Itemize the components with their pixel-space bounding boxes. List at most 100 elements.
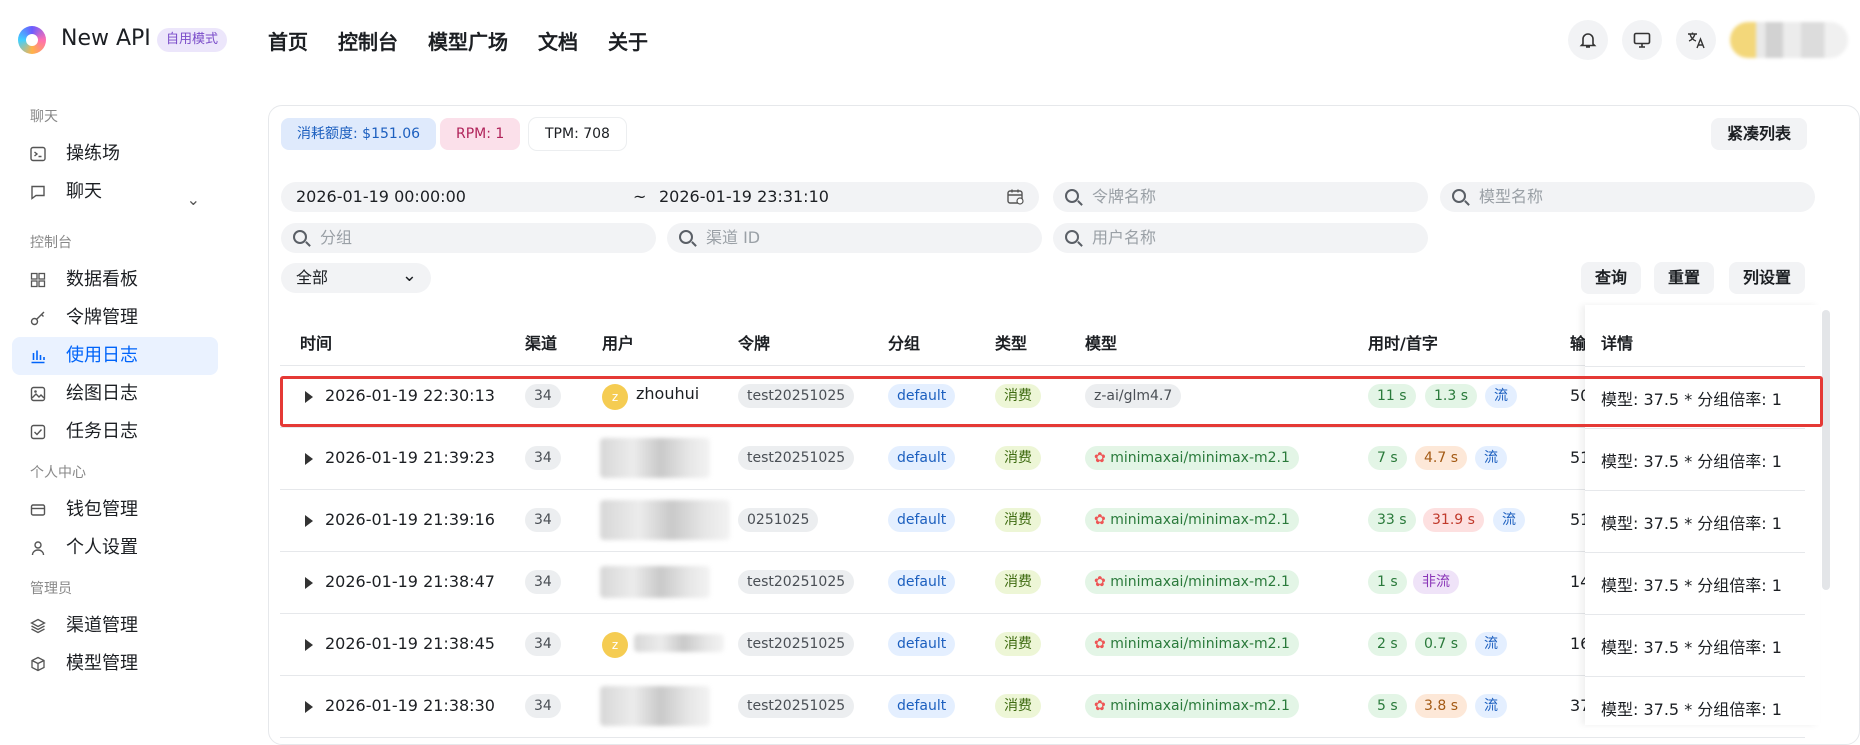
- col-use-time: 用时/首字: [1368, 334, 1438, 353]
- nav-about[interactable]: 关于: [608, 26, 648, 55]
- column-settings-button[interactable]: 列设置: [1729, 262, 1806, 294]
- sidebar-item-wallet[interactable]: 钱包管理: [12, 491, 218, 529]
- language-button[interactable]: [1676, 20, 1716, 60]
- type-select[interactable]: 全部 ⌄: [281, 263, 431, 293]
- user-icon: [31, 541, 45, 556]
- col-input: 输: [1570, 334, 1587, 353]
- sidebar-item-label: 任务日志: [66, 421, 138, 442]
- nav-home[interactable]: 首页: [268, 26, 308, 55]
- search-icon: [1065, 189, 1079, 203]
- query-button[interactable]: 查询: [1581, 262, 1642, 294]
- group-input[interactable]: 分组: [281, 223, 656, 253]
- top-nav: 首页 控制台 模型广场 文档 关于: [268, 26, 648, 55]
- expand-icon[interactable]: [305, 391, 313, 403]
- sidebar-group-admin: 管理员: [30, 581, 72, 597]
- detail-cell: 模型: 37.5 * 分组倍率: 1: [1601, 452, 1782, 471]
- channel-id-input[interactable]: 渠道 ID: [667, 223, 1042, 253]
- sidebar-item-label: 绘图日志: [66, 383, 138, 404]
- sidebar-item-channels[interactable]: 渠道管理: [12, 607, 218, 645]
- sidebar-item-settings[interactable]: 个人设置: [12, 529, 218, 567]
- sidebar-item-usage-logs[interactable]: 使用日志: [12, 337, 218, 375]
- sidebar-item-dashboard[interactable]: 数据看板: [12, 261, 218, 299]
- date-separator: ~: [633, 187, 647, 206]
- nav-model-square[interactable]: 模型广场: [428, 26, 508, 55]
- model-name-input[interactable]: 模型名称: [1440, 182, 1815, 212]
- terminal-icon: [30, 146, 46, 162]
- bar-chart-icon: [31, 350, 45, 364]
- sidebar-item-label: 数据看板: [66, 269, 138, 290]
- bell-icon: [1579, 33, 1597, 48]
- expand-icon[interactable]: [305, 515, 313, 527]
- sidebar-item-label: 使用日志: [66, 345, 138, 366]
- notification-button[interactable]: [1568, 20, 1608, 60]
- quota-stat: 消耗额度: $151.06: [281, 118, 437, 150]
- app-logo-icon[interactable]: [18, 26, 46, 54]
- calendar-icon[interactable]: [1007, 189, 1025, 205]
- date-range-picker[interactable]: 2026-01-19 00:00:00 ~ 2026-01-19 23:31:1…: [281, 182, 1039, 212]
- table-row[interactable]: 2026-01-19 21:39:23 34 test20251025 defa…: [280, 428, 1805, 490]
- expand-icon[interactable]: [305, 453, 313, 465]
- chat-icon: [31, 185, 45, 200]
- col-token: 令牌: [738, 334, 771, 353]
- nav-docs[interactable]: 文档: [538, 26, 578, 55]
- app-name[interactable]: New API: [61, 26, 151, 51]
- date-start[interactable]: 2026-01-19 00:00:00: [296, 182, 466, 212]
- mode-badge: 自用模式: [157, 28, 228, 52]
- col-time: 时间: [300, 334, 333, 353]
- expand-icon[interactable]: [305, 577, 313, 589]
- detail-cell: 模型: 37.5 * 分组倍率: 1: [1601, 576, 1782, 595]
- expand-icon[interactable]: [305, 701, 313, 713]
- model-logo-icon: ✿: [1094, 450, 1111, 466]
- user-name-redacted: [600, 566, 710, 598]
- col-group: 分组: [888, 334, 921, 353]
- translate-icon: [1688, 32, 1705, 49]
- table-row[interactable]: 2026-01-19 21:38:30 34 test20251025 defa…: [280, 676, 1805, 738]
- sidebar-item-chat[interactable]: 聊天 ⌄: [12, 173, 218, 211]
- sidebar-item-label: 模型管理: [66, 653, 138, 674]
- compact-list-button[interactable]: 紧凑列表: [1711, 118, 1808, 150]
- table-row[interactable]: 2026-01-19 21:38:47 34 test20251025 defa…: [280, 552, 1805, 614]
- sidebar-item-drawing-logs[interactable]: 绘图日志: [12, 375, 218, 413]
- sidebar-item-models[interactable]: 模型管理: [12, 645, 218, 683]
- image-icon: [30, 386, 46, 402]
- search-icon: [1065, 230, 1079, 244]
- model-logo-icon: ✿: [1094, 636, 1111, 652]
- sidebar-item-task-logs[interactable]: 任务日志: [12, 413, 218, 451]
- user-name-redacted: [600, 686, 710, 726]
- search-icon: [679, 230, 693, 244]
- reset-button[interactable]: 重置: [1654, 262, 1715, 294]
- user-avatar[interactable]: [1730, 22, 1848, 58]
- detail-cell: 模型: 37.5 * 分组倍率: 1: [1601, 700, 1782, 719]
- avatar: z: [602, 632, 628, 658]
- user-name-input[interactable]: 用户名称: [1053, 223, 1428, 253]
- box-icon: [31, 656, 45, 672]
- chevron-down-icon[interactable]: ⌄: [187, 181, 200, 219]
- token-name-input[interactable]: 令牌名称: [1053, 182, 1428, 212]
- user-name-redacted: [634, 634, 724, 652]
- monitor-icon: [1633, 32, 1651, 48]
- chevron-down-icon: ⌄: [401, 265, 417, 286]
- nav-console[interactable]: 控制台: [338, 26, 398, 55]
- sidebar-group-console: 控制台: [30, 235, 72, 251]
- user-name: zhouhui: [636, 384, 700, 403]
- date-end[interactable]: 2026-01-19 23:31:10: [659, 182, 829, 212]
- sidebar-item-label: 个人设置: [66, 537, 138, 558]
- layers-icon: [30, 618, 46, 634]
- table-row[interactable]: 2026-01-19 22:30:13 34 z zhouhui test202…: [280, 366, 1805, 428]
- model-logo-icon: ✿: [1094, 512, 1111, 528]
- table-scrollbar[interactable]: [1822, 310, 1830, 590]
- dashboard-icon: [30, 272, 46, 288]
- sidebar-item-playground[interactable]: 操练场: [12, 135, 218, 173]
- user-name-redacted: [600, 438, 710, 478]
- detail-cell: 模型: 37.5 * 分组倍率: 1: [1601, 638, 1782, 657]
- sidebar-item-tokens[interactable]: 令牌管理: [12, 299, 218, 337]
- sidebar-item-label: 钱包管理: [66, 499, 138, 520]
- detail-cell: 模型: 37.5 * 分组倍率: 1: [1601, 390, 1782, 409]
- table-row[interactable]: 2026-01-19 21:38:45 34 z test20251025 de…: [280, 614, 1805, 676]
- table-header: 时间 渠道 用户 令牌 分组 类型 模型 用时/首字 输: [280, 330, 1805, 366]
- table-row[interactable]: 2026-01-19 21:39:16 34 0251025 default 消…: [280, 490, 1805, 552]
- sidebar-group-chat: 聊天: [30, 109, 58, 125]
- wallet-icon: [30, 504, 46, 516]
- theme-button[interactable]: [1622, 20, 1662, 60]
- expand-icon[interactable]: [305, 639, 313, 651]
